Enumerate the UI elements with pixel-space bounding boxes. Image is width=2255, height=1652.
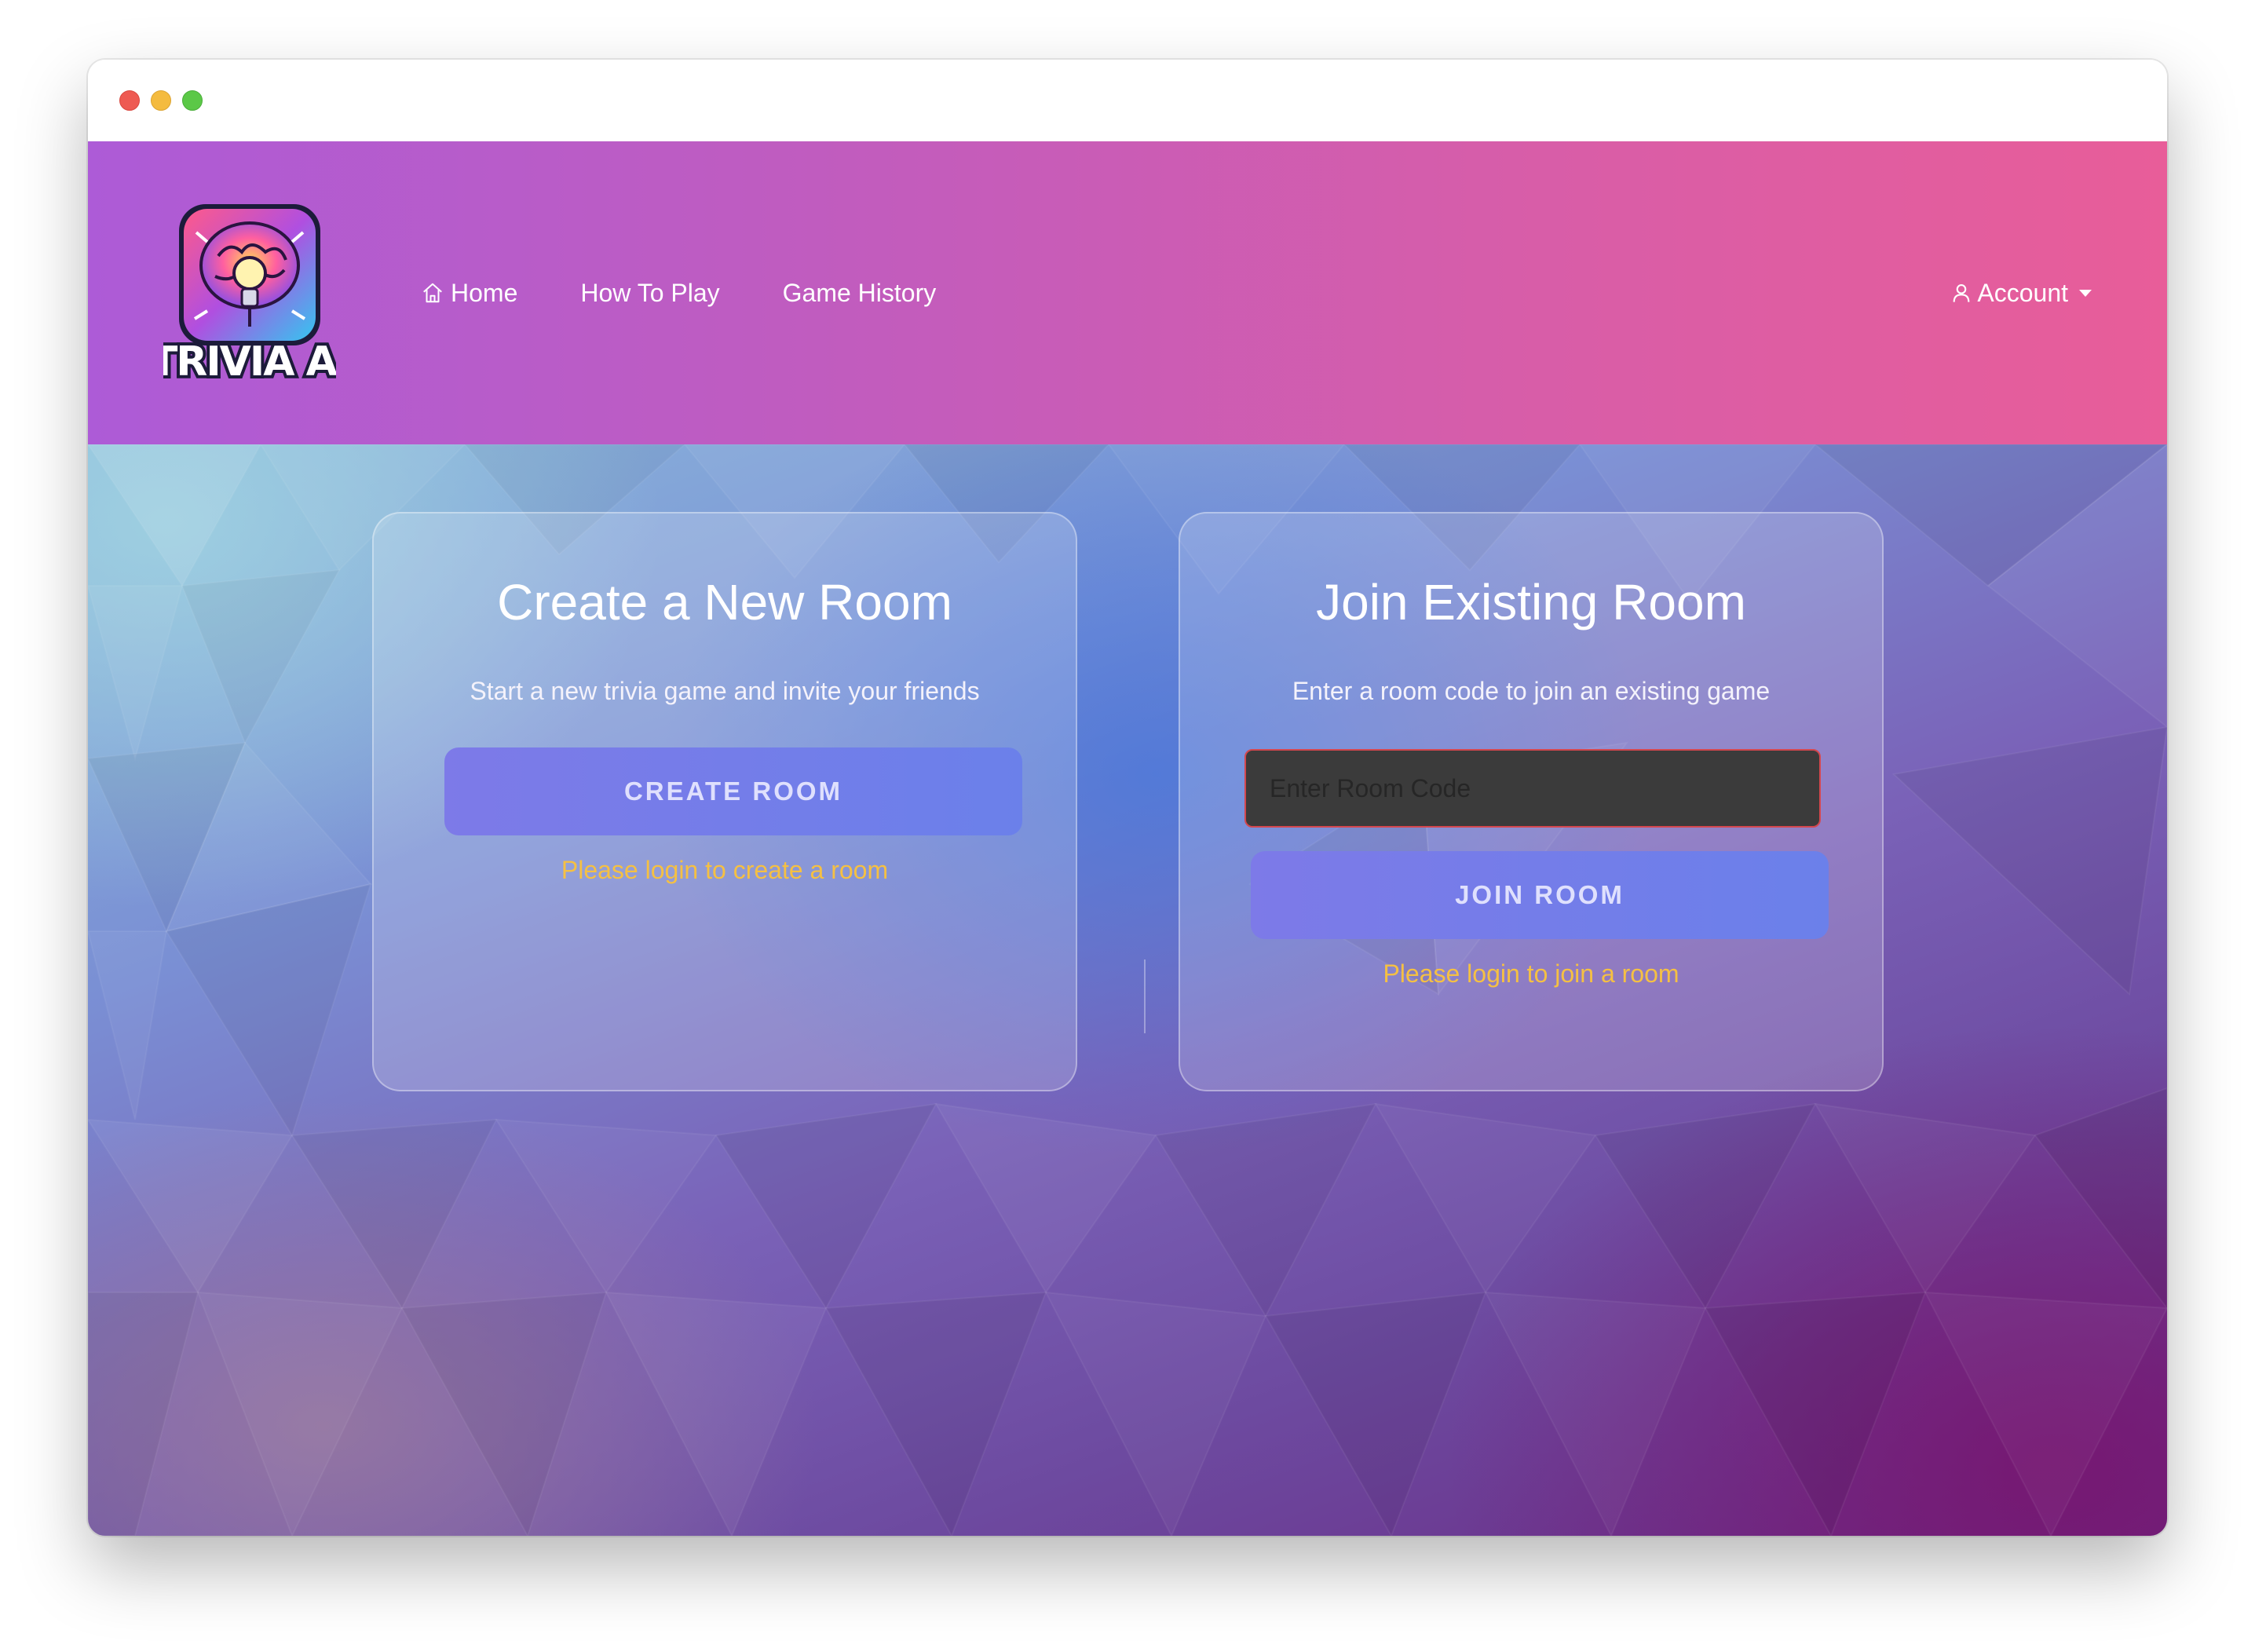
nav-home-label: Home [451,278,518,307]
nav-game-history-label: Game History [782,278,937,307]
account-dropdown[interactable]: Account [1950,141,2092,444]
screenshot-stage: TRIVIA AI Home How To Play Game History [0,0,2255,1652]
top-navbar: TRIVIA AI Home How To Play Game History [88,141,2167,444]
nav-how-to-play-link[interactable]: How To Play [580,279,719,308]
card-divider [1144,959,1146,1033]
trivia-ai-logo[interactable]: TRIVIA AI [163,201,336,383]
create-room-subtitle: Start a new trivia game and invite your … [470,677,980,705]
join-room-login-notice[interactable]: Please login to join a room [1180,959,1882,989]
home-icon [423,283,442,303]
create-room-button[interactable]: CREATE ROOM [444,747,1022,835]
join-room-card: Join Existing Room Enter a room code to … [1179,512,1884,1091]
nav-game-history-link[interactable]: Game History [783,279,937,308]
account-label: Account [1977,278,2068,307]
user-icon [1953,284,1970,302]
caret-down-icon [2079,289,2092,297]
maximize-window-button[interactable] [182,90,203,111]
brain-lightbulb-logo-icon: TRIVIA AI [163,204,336,383]
minimize-window-button[interactable] [151,90,171,111]
close-window-button[interactable] [119,90,140,111]
nav-how-to-play-label: How To Play [580,278,720,307]
join-room-button[interactable]: JOIN ROOM [1251,851,1829,939]
browser-window: TRIVIA AI Home How To Play Game History [88,60,2167,1536]
nav-home-link[interactable]: Home [421,279,517,308]
lobby-main-area: Create a New Room Start a new trivia gam… [88,444,2167,1536]
logo-wordmark: TRIVIA AI [163,338,336,383]
create-room-title: Create a New Room [497,574,952,630]
window-titlebar [88,60,2167,141]
room-code-input[interactable] [1244,749,1821,828]
primary-navigation: Home How To Play Game History [421,141,936,444]
join-room-subtitle: Enter a room code to join an existing ga… [1292,677,1771,705]
create-room-login-notice[interactable]: Please login to create a room [374,856,1076,885]
create-room-card: Create a New Room Start a new trivia gam… [372,512,1077,1091]
join-room-title: Join Existing Room [1316,574,1746,630]
